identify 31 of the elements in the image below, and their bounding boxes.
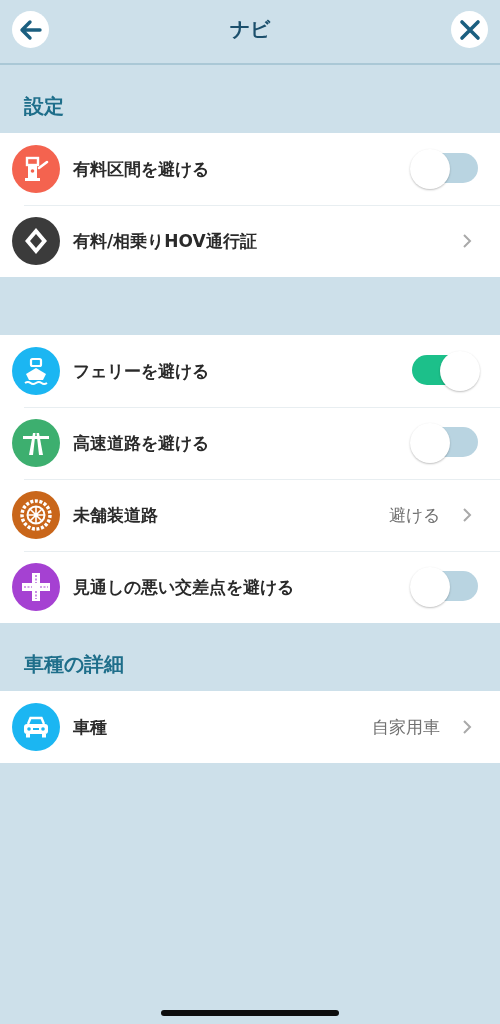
setting-label: 未舗装道路 [73,503,159,527]
tire-icon [12,491,60,539]
settings-row[interactable]: フェリーを避ける [0,335,500,407]
ship-icon [12,347,60,395]
close-icon [458,18,481,41]
settings-row[interactable]: 車種 自家用車 [0,691,500,763]
setting-label: フェリーを避ける [73,359,210,383]
setting-value: 自家用車 [372,715,440,739]
setting-label: 有料区間を避ける [73,157,210,181]
chevron-right-icon [462,507,472,523]
setting-label: 見通しの悪い交差点を避ける [73,575,295,599]
highway-icon [12,419,60,467]
chevron-right-icon [462,233,472,249]
settings-row[interactable]: 高速道路を避ける [0,407,500,479]
screen-title: ナビ [230,16,270,43]
chevron-right-icon [462,719,472,735]
toll-gate-icon [12,145,60,193]
setting-label: 車種 [73,715,108,739]
settings-row[interactable]: 見通しの悪い交差点を避ける [0,551,500,623]
crossroads-icon [12,563,60,611]
setting-label: 高速道路を避ける [73,431,210,455]
setting-value: 避ける [389,503,440,527]
settings-row[interactable]: 有料区間を避ける [0,133,500,205]
close-button[interactable] [451,11,488,48]
settings-row[interactable]: 未舗装道路 避ける [0,479,500,551]
settings-row[interactable]: 有料/相乗りHOV通行証 [0,205,500,277]
car-icon [12,703,60,751]
setting-label: 有料/相乗りHOV通行証 [73,229,258,253]
back-button[interactable] [12,11,49,48]
section-title: 車種の詳細 [24,650,124,678]
section-title: 設定 [24,92,64,120]
